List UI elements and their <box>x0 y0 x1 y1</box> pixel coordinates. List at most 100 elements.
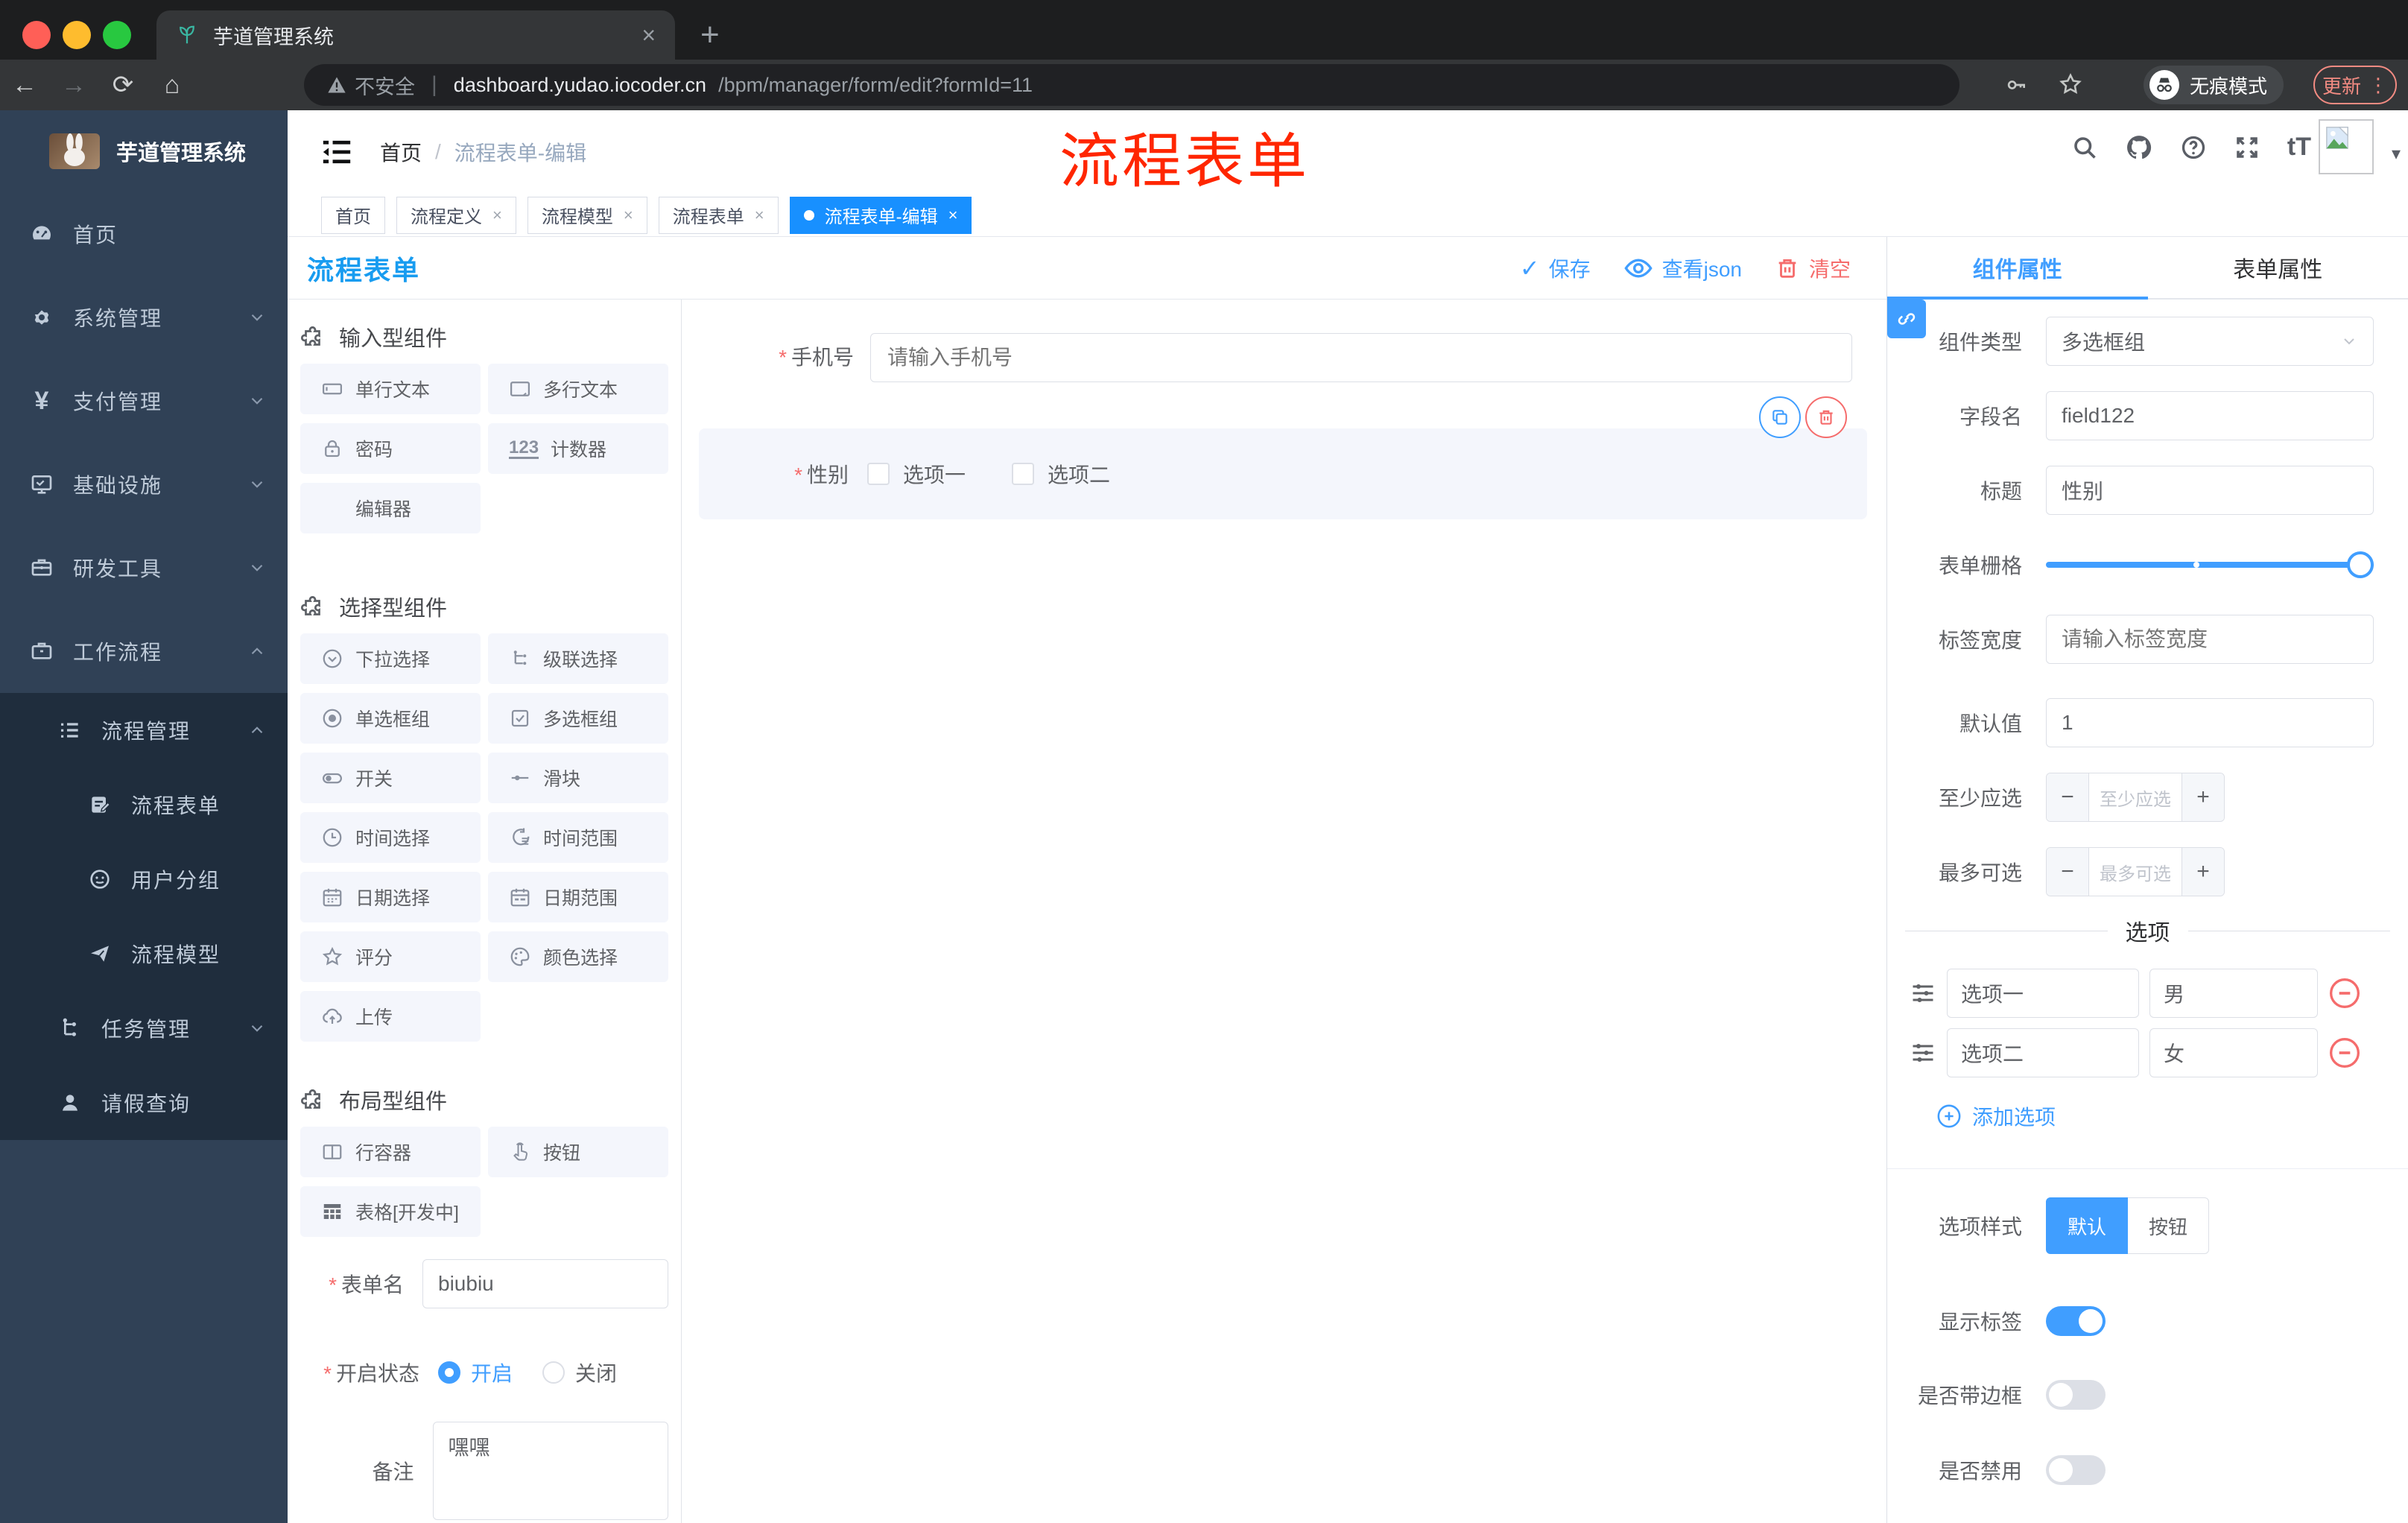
form-canvas[interactable]: *手机号 *性别 选项一 选项二 <box>682 300 1886 1523</box>
reload-icon[interactable]: ⟳ <box>98 70 148 100</box>
github-icon[interactable] <box>2125 133 2153 162</box>
title-input[interactable] <box>2046 466 2374 515</box>
default-value-input[interactable] <box>2046 698 2374 747</box>
option-value-input[interactable] <box>2149 1028 2318 1077</box>
style-default-button[interactable]: 默认 <box>2046 1197 2129 1254</box>
disabled-toggle[interactable] <box>2046 1455 2106 1485</box>
bookmark-star-icon[interactable] <box>2058 72 2083 97</box>
browser-menu-kebab-icon[interactable]: ⋮ <box>2369 74 2388 97</box>
tag-process-definition[interactable]: 流程定义 × <box>396 196 516 234</box>
minus-icon[interactable]: − <box>2047 773 2088 821</box>
window-close-button[interactable] <box>22 21 51 49</box>
palette-item-time-picker[interactable]: 时间选择 <box>300 812 481 863</box>
tag-home[interactable]: 首页 <box>321 196 385 234</box>
palette-item-time-range[interactable]: 时间范围 <box>488 812 668 863</box>
palette-item-table[interactable]: 表格[开发中] <box>300 1186 481 1237</box>
sidebar-item-user-group[interactable]: 用户分组 <box>0 842 288 916</box>
window-zoom-button[interactable] <box>103 21 131 49</box>
palette-item-date-range[interactable]: 日期范围 <box>488 872 668 922</box>
search-icon[interactable] <box>2071 134 2098 161</box>
border-toggle[interactable] <box>2046 1380 2106 1410</box>
component-type-select[interactable]: 多选框组 <box>2046 317 2374 366</box>
status-off-radio[interactable]: 关闭 <box>542 1358 617 1387</box>
remove-option-icon[interactable] <box>2328 977 2361 1010</box>
form-remark-textarea[interactable]: 嘿嘿 <box>432 1422 668 1520</box>
slider-handle[interactable] <box>2347 551 2374 578</box>
view-json-button[interactable]: 查看json <box>1623 253 1742 283</box>
sidebar-item-home[interactable]: 首页 <box>0 192 288 276</box>
palette-item-counter[interactable]: 123 计数器 <box>488 423 668 474</box>
palette-item-textarea[interactable]: 多行文本 <box>488 364 668 414</box>
sidebar-collapse-icon[interactable] <box>320 137 353 167</box>
plus-icon[interactable]: + <box>2182 773 2224 821</box>
security-warning[interactable]: 不安全 <box>326 71 415 100</box>
sidebar-item-task-mgmt[interactable]: 任务管理 <box>0 991 288 1066</box>
sidebar-item-workflow[interactable]: 工作流程 <box>0 609 288 693</box>
palette-item-slider[interactable]: 滑块 <box>488 753 668 803</box>
sidebar-item-infra[interactable]: 基础设施 <box>0 443 288 526</box>
help-icon[interactable] <box>2180 134 2207 161</box>
palette-item-password[interactable]: 密码 <box>300 423 481 474</box>
plus-icon[interactable]: + <box>2182 848 2224 896</box>
checkbox-icon[interactable] <box>1012 463 1035 485</box>
link-tag[interactable] <box>1887 300 1926 338</box>
tag-process-form-edit[interactable]: 流程表单-编辑 × <box>789 196 972 234</box>
palette-item-row-container[interactable]: 行容器 <box>300 1127 481 1177</box>
new-tab-button[interactable]: + <box>700 16 720 54</box>
tag-close-icon[interactable]: × <box>755 206 764 225</box>
avatar[interactable] <box>2319 119 2374 174</box>
min-select-value[interactable]: 至少应选 <box>2088 773 2182 821</box>
clear-button[interactable]: 清空 <box>1775 253 1851 283</box>
grid-slider[interactable] <box>2046 540 2374 589</box>
option-label-input[interactable] <box>1947 969 2139 1018</box>
max-select-stepper[interactable]: − 最多可选 + <box>2046 847 2225 896</box>
remove-option-icon[interactable] <box>2328 1036 2361 1069</box>
palette-item-rate[interactable]: 评分 <box>300 931 481 982</box>
delete-component-button[interactable] <box>1805 396 1847 438</box>
sidebar-item-process-mgmt[interactable]: 流程管理 <box>0 693 288 767</box>
font-size-icon[interactable]: tT <box>2287 133 2311 162</box>
avatar-caret-icon[interactable]: ▾ <box>2392 143 2401 165</box>
tag-close-icon[interactable]: × <box>948 206 958 225</box>
gender-option-2[interactable]: 选项二 <box>1012 459 1110 489</box>
back-icon[interactable]: ← <box>0 71 49 100</box>
option-value-input[interactable] <box>2149 969 2318 1018</box>
sidebar-item-leave-query[interactable]: 请假查询 <box>0 1066 288 1140</box>
slider-track[interactable] <box>2046 562 2374 568</box>
drag-handle-icon[interactable] <box>1910 1039 1936 1066</box>
password-key-icon[interactable] <box>2004 73 2028 97</box>
update-button[interactable]: 更新 ⋮ <box>2313 66 2397 104</box>
status-on-radio[interactable]: 开启 <box>438 1358 513 1387</box>
max-select-value[interactable]: 最多可选 <box>2088 848 2182 896</box>
selected-component-gender[interactable]: * 性别 选项一 选项二 <box>699 428 1867 519</box>
drag-handle-icon[interactable] <box>1910 980 1936 1007</box>
tag-process-model[interactable]: 流程模型 × <box>527 196 647 234</box>
gender-option-1[interactable]: 选项一 <box>867 459 966 489</box>
phone-field-input[interactable] <box>870 333 1852 382</box>
home-icon[interactable]: ⌂ <box>148 71 197 100</box>
fullscreen-icon[interactable] <box>2234 134 2260 161</box>
palette-item-checkbox-group[interactable]: 多选框组 <box>488 693 668 744</box>
save-button[interactable]: ✓ 保存 <box>1520 253 1591 283</box>
min-select-stepper[interactable]: − 至少应选 + <box>2046 773 2225 822</box>
sidebar-item-payment[interactable]: ¥ 支付管理 <box>0 359 288 443</box>
field-name-input[interactable] <box>2046 391 2374 440</box>
address-bar[interactable]: 不安全 | dashboard.yudao.iocoder.cn/bpm/man… <box>304 64 1959 106</box>
tab-form-props[interactable]: 表单属性 <box>2148 237 2408 298</box>
checkbox-icon[interactable] <box>867 463 890 485</box>
palette-item-select[interactable]: 下拉选择 <box>300 633 481 684</box>
form-name-input[interactable] <box>422 1259 668 1308</box>
palette-item-switch[interactable]: 开关 <box>300 753 481 803</box>
palette-item-color-picker[interactable]: 颜色选择 <box>488 931 668 982</box>
browser-tab[interactable]: 芋道管理系统 × <box>156 10 675 60</box>
sidebar-item-system[interactable]: 系统管理 <box>0 276 288 359</box>
palette-item-date-picker[interactable]: 日期选择 <box>300 872 481 922</box>
option-label-input[interactable] <box>1947 1028 2139 1077</box>
style-button-button[interactable]: 按钮 <box>2128 1197 2210 1254</box>
sidebar-item-process-form[interactable]: 流程表单 <box>0 767 288 842</box>
tag-close-icon[interactable]: × <box>624 206 633 225</box>
label-width-input[interactable] <box>2046 615 2374 664</box>
palette-item-editor[interactable]: 编辑器 <box>300 483 481 533</box>
forward-icon[interactable]: → <box>49 71 98 100</box>
window-minimize-button[interactable] <box>63 21 91 49</box>
